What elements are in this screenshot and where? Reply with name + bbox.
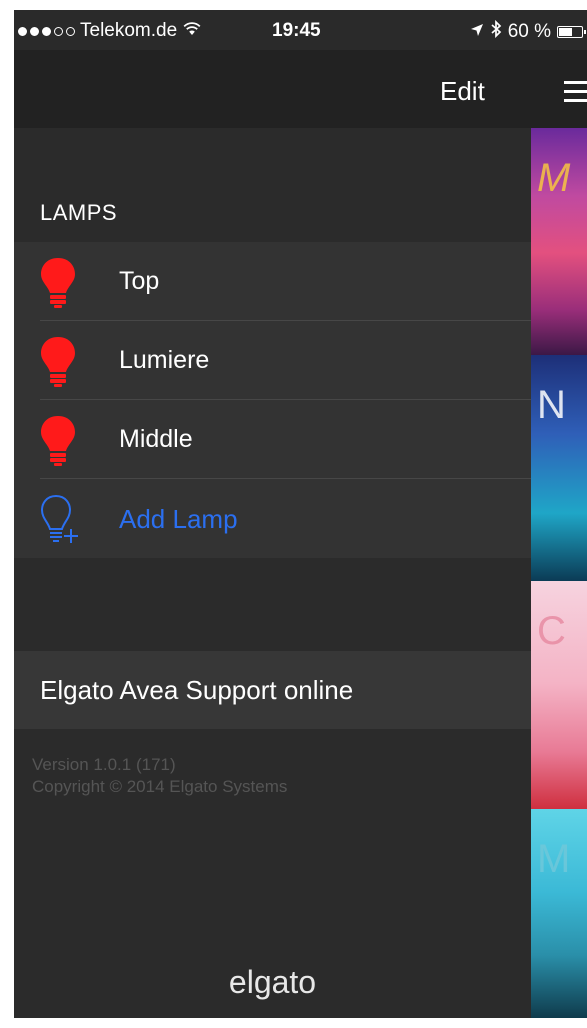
carrier-label: Telekom.de (80, 20, 178, 41)
status-right: 60 % (470, 19, 586, 44)
support-online-button[interactable]: Elgato Avea Support online (14, 651, 531, 729)
status-bar: Telekom.de 19:45 60 % (14, 10, 587, 50)
scene-letter: N (537, 383, 566, 427)
add-lamp-row[interactable]: Add Lamp (14, 479, 531, 558)
support-label: Elgato Avea Support online (40, 675, 354, 705)
lamp-label: Top (119, 267, 160, 295)
lamp-label: Middle (119, 425, 193, 453)
scene-thumbnail[interactable]: N (531, 355, 587, 581)
scene-thumbnail[interactable]: C (531, 581, 587, 809)
lamps-section-title: LAMPS (40, 200, 118, 225)
location-arrow-icon (470, 21, 484, 43)
scene-strip: M N C M (531, 128, 587, 1018)
battery-icon (557, 26, 586, 38)
carrier-group: Telekom.de (18, 20, 201, 42)
scene-letter: C (537, 609, 566, 653)
edit-button[interactable]: Edit (440, 76, 485, 107)
signal-strength-icon (18, 26, 75, 36)
red-bulb-icon (41, 258, 75, 308)
copyright-label: Copyright © 2014 Elgato Systems (32, 777, 288, 796)
lamp-row-middle[interactable]: Middle (14, 400, 531, 479)
add-bulb-icon (40, 494, 78, 543)
lamp-row-lumiere[interactable]: Lumiere (14, 321, 531, 400)
lamp-list: Top Lumiere Middle Add Lamp (14, 242, 531, 558)
clock: 19:45 (272, 20, 321, 41)
lamp-row-top[interactable]: Top (14, 242, 531, 321)
scene-thumbnail[interactable]: M (531, 809, 587, 1018)
bluetooth-icon (490, 19, 502, 44)
hamburger-menu-icon[interactable] (564, 81, 587, 108)
scene-letter: M (537, 156, 571, 200)
app-screen: Telekom.de 19:45 60 % Edit LAMPS Top Lum… (14, 10, 587, 1018)
wifi-icon (183, 20, 201, 42)
red-bulb-icon (41, 337, 75, 387)
add-lamp-label: Add Lamp (119, 504, 238, 534)
red-bulb-icon (41, 416, 75, 466)
scene-thumbnail[interactable]: M (531, 128, 587, 355)
navigation-bar: Edit (14, 50, 587, 128)
lamp-label: Lumiere (119, 346, 210, 374)
battery-percent: 60 % (507, 21, 551, 42)
version-info: Version 1.0.1 (171) Copyright © 2014 Elg… (32, 754, 287, 798)
elgato-logo: elgato (228, 964, 317, 1000)
version-label: Version 1.0.1 (171) (32, 755, 176, 774)
side-menu: LAMPS Top Lumiere Middle Add Lamp Elgato… (14, 128, 531, 1018)
scene-letter: M (537, 837, 571, 881)
